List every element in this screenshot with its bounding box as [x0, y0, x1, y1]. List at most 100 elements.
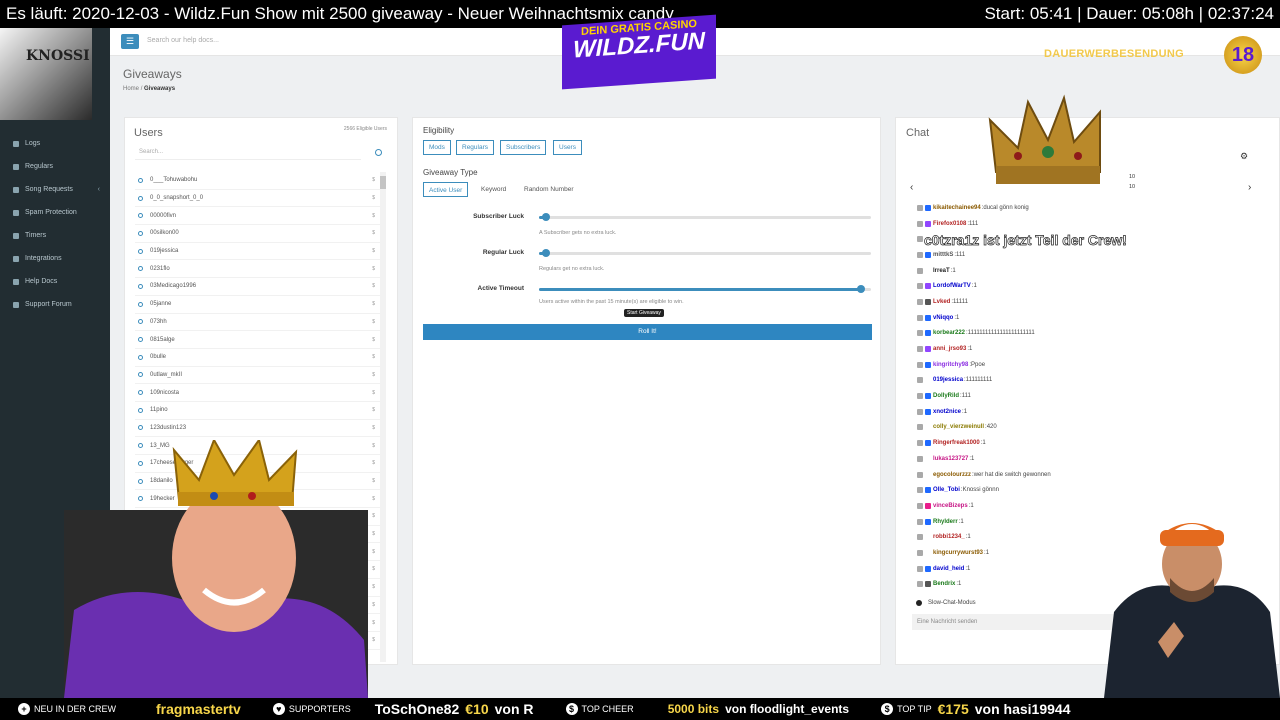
sidebar-item-label: Regulars: [25, 163, 54, 170]
chat-username[interactable]: mitttkS: [933, 252, 953, 258]
user-settings-icon[interactable]: ⚙: [1240, 151, 1248, 162]
badge-icon: [925, 549, 931, 556]
user-list-item[interactable]: 123dustin123 $: [135, 420, 380, 438]
chat-text: Knossi gönnn: [962, 487, 999, 494]
active-timeout-help: Users active within the past 15 minute(s…: [539, 299, 684, 305]
chat-username[interactable]: Ringerfreak1000: [933, 440, 980, 446]
active-timeout-slider[interactable]: [539, 285, 871, 293]
user-list-item[interactable]: 03Medicago1996 $: [135, 278, 380, 296]
chat-username[interactable]: 019jessica: [933, 377, 963, 383]
help-search-input[interactable]: Search our help docs...: [147, 37, 219, 44]
book-icon: [13, 278, 19, 285]
currency-icon: $: [372, 195, 375, 202]
sidebar-item-label: Spam Protection: [25, 209, 77, 216]
chat-username[interactable]: david_heid: [933, 566, 964, 572]
subscriber-luck-label: Subscriber Luck: [473, 213, 524, 220]
subscriber-luck-slider[interactable]: [539, 213, 871, 221]
scroll-thumb[interactable]: [380, 176, 386, 189]
chat-username[interactable]: IrreaT: [933, 268, 950, 274]
users-search-input[interactable]: Search...: [135, 146, 361, 160]
currency-icon: $: [372, 478, 375, 485]
user-radio-icon: [138, 372, 143, 378]
chevron-right-icon[interactable]: ›: [1248, 182, 1251, 193]
menu-toggle-button[interactable]: ☰: [121, 34, 139, 49]
crosshair-icon[interactable]: [375, 149, 382, 156]
user-radio-icon: [138, 319, 143, 325]
user-list-item[interactable]: 00000fivn $: [135, 207, 380, 226]
sidebar-item-regulars[interactable]: Regulars: [0, 155, 110, 178]
badge-icon: [925, 393, 931, 400]
badge-icon: [925, 251, 931, 258]
chat-username[interactable]: DollyRild: [933, 393, 959, 399]
user-list-item[interactable]: 0utlaw_mkII $: [135, 367, 380, 385]
badge-icon: [917, 534, 923, 541]
eligibility-mods-button[interactable]: Mods: [423, 140, 451, 155]
user-list-item[interactable]: 109nicosta $: [135, 384, 380, 402]
chat-text: Ppoe: [971, 361, 986, 368]
user-list-item[interactable]: 05janne $: [135, 296, 380, 314]
chat-username[interactable]: xnot2nice: [933, 409, 961, 415]
chat-username[interactable]: korbear222: [933, 330, 965, 336]
sidebar-item-logs[interactable]: Logs: [0, 132, 110, 155]
ticker-top-cheer: $ TOP CHEER 5000 bits von floodlight_eve…: [548, 702, 849, 716]
chat-username[interactable]: Bendrix: [933, 581, 955, 587]
comments-icon: [13, 301, 19, 308]
chat-username[interactable]: kingcurrywurst93: [933, 550, 983, 556]
user-list-item[interactable]: 0___Tohuwabohu $: [135, 172, 380, 190]
chat-message: lukas123727: 1: [917, 451, 1217, 467]
chat-username[interactable]: colly_vierzweinull: [933, 424, 984, 430]
user-radio-icon: [138, 283, 143, 289]
chat-username[interactable]: LordofWarTV: [933, 283, 971, 289]
chat-username[interactable]: robbi1234_: [933, 534, 965, 540]
sidebar-item-label: Song Requests: [25, 186, 73, 193]
sidebar-item-label: Support Forum: [25, 301, 72, 308]
sidebar-item-spam-protection[interactable]: Spam Protection: [0, 201, 110, 224]
chat-username[interactable]: Olle_Tobi: [933, 487, 960, 493]
user-name: 0___Tohuwabohu: [150, 177, 198, 184]
currency-icon: $: [372, 584, 375, 591]
sidebar-item-timers[interactable]: Timers: [0, 224, 110, 247]
user-list-item[interactable]: 073hh $: [135, 314, 380, 332]
regular-luck-slider[interactable]: [539, 249, 871, 257]
user-list-item[interactable]: 0815alge $: [135, 331, 380, 349]
chat-username[interactable]: kikaitechainee94: [933, 205, 981, 211]
chat-username[interactable]: anni_jrso93: [933, 346, 966, 352]
user-radio-icon: [138, 248, 143, 254]
user-list-item[interactable]: 11pino $: [135, 402, 380, 420]
tab-keyword[interactable]: Keyword: [481, 182, 506, 197]
chat-username[interactable]: Rhylderr: [933, 519, 958, 525]
roll-it-button[interactable]: Roll It!: [423, 324, 872, 340]
user-list-item[interactable]: 0231flo $: [135, 260, 380, 279]
user-list-item[interactable]: 0_0_snapshort_0_0 $: [135, 190, 380, 208]
user-list-item[interactable]: 00silkon00 $: [135, 225, 380, 243]
breadcrumb-home[interactable]: Home: [123, 86, 139, 92]
sidebar-item-label: Integrations: [25, 255, 62, 262]
eligibility-users-button[interactable]: Users: [553, 140, 582, 155]
chat-username[interactable]: vNiqqo: [933, 315, 953, 321]
user-list-item[interactable]: 019jessica $: [135, 243, 380, 261]
chat-message-input[interactable]: Eine Nachricht senden: [912, 614, 1132, 630]
users-scrollbar[interactable]: [380, 172, 386, 662]
sidebar-item-integrations[interactable]: Integrations: [0, 247, 110, 270]
chat-username[interactable]: vinceBizeps: [933, 503, 968, 509]
slider-handle[interactable]: [541, 249, 550, 257]
user-list-item[interactable]: 0bulle $: [135, 349, 380, 367]
slider-handle[interactable]: [541, 213, 550, 221]
sidebar-item-song-requests[interactable]: Song Requests ‹: [0, 178, 110, 201]
sidebar-item-support-forum[interactable]: Support Forum: [0, 293, 110, 316]
tab-random-number[interactable]: Random Number: [524, 182, 574, 197]
sidebar-item-help-docs[interactable]: Help Docs: [0, 270, 110, 293]
chat-username[interactable]: kingritchy98: [933, 362, 968, 368]
slider-handle[interactable]: [857, 285, 866, 293]
user-radio-icon: [138, 266, 143, 272]
tab-active-user[interactable]: Active User: [423, 182, 469, 197]
chat-username[interactable]: Lvked: [933, 299, 950, 305]
chat-username[interactable]: Firefox0108: [933, 221, 966, 227]
badge-icon: [925, 298, 931, 305]
chevron-left-icon[interactable]: ‹: [910, 182, 913, 193]
eligibility-subscribers-button[interactable]: Subscribers: [500, 140, 547, 155]
eligibility-regulars-button[interactable]: Regulars: [456, 140, 495, 155]
chat-username[interactable]: lukas123727: [933, 456, 968, 462]
page-title: Giveaways: [123, 67, 182, 81]
chat-username[interactable]: egocolourzzz: [933, 472, 971, 478]
